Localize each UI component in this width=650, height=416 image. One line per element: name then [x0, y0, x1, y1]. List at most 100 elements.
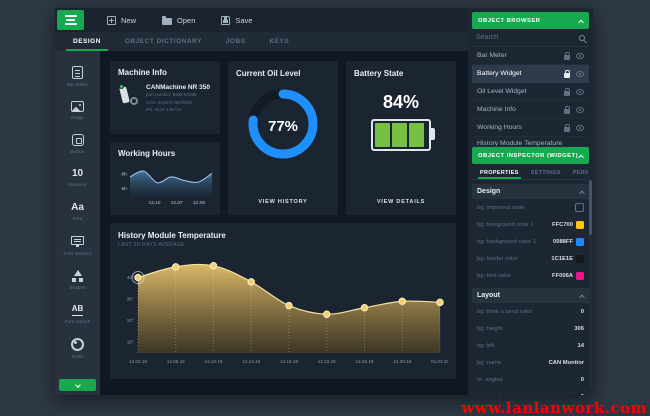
battery-value: 84% [383, 92, 419, 113]
machine-name: CANMachine NR 350 [146, 84, 210, 91]
design-canvas[interactable]: Machine Info CANMachine NR 350 part numb… [100, 51, 468, 395]
view-history-link[interactable]: VIEW HISTORY [258, 199, 307, 207]
color-swatch[interactable] [576, 255, 584, 263]
sidebar-item-button[interactable]: Button [55, 127, 100, 161]
browser-item-working-hours[interactable]: Working Hours [472, 119, 589, 137]
svg-text:12.07: 12.07 [171, 200, 183, 206]
sidebar-item-image[interactable]: Image [55, 93, 100, 127]
oil-level-donut: 77% [245, 86, 321, 167]
chevron-up-icon [579, 294, 585, 300]
font-icon: Aa [71, 203, 84, 213]
eye-icon[interactable] [576, 53, 584, 59]
watermark: www.lanlanwork.com [461, 399, 647, 416]
oil-level-value: 77% [245, 86, 321, 167]
eye-icon[interactable] [576, 71, 584, 77]
browser-item-bar-meter[interactable]: Bar Meter [472, 47, 589, 65]
sidebar-item-font-switch[interactable]: AB Font Switch [55, 297, 100, 331]
browser-item-battery-widget[interactable]: Battery Widget [472, 65, 589, 83]
color-swatch[interactable] [576, 221, 584, 229]
tab-properties[interactable]: PROPERTIES [474, 166, 525, 179]
chevron-down-icon [75, 382, 81, 388]
lock-icon[interactable] [564, 91, 570, 96]
temperature-history-widget[interactable]: History Module Temperature LAST 30 DAYS … [110, 223, 456, 379]
sidebar-item-numeric[interactable]: 10 Numeric [55, 161, 100, 195]
eye-icon[interactable] [576, 107, 584, 113]
property-row: bg: name CAN Monitor [472, 354, 589, 371]
search-icon [579, 35, 585, 41]
bar-meter-icon [72, 66, 83, 79]
tab-jobs[interactable]: JOBS [214, 32, 258, 51]
svg-text:12.02.19: 12.02.19 [129, 359, 147, 364]
tab-settings[interactable]: SETTINGS [525, 166, 567, 179]
svg-text:12.22.19: 12.22.19 [318, 359, 336, 364]
working-hours-widget[interactable]: Working Hours 8h6h12.1012.0712.08 [110, 142, 220, 215]
view-details-link[interactable]: VIEW DETAILS [377, 199, 425, 207]
right-panel: OBJECT BROWSER Bar Meter Battery Widget … [468, 8, 593, 395]
property-value[interactable]: 0 [581, 377, 584, 383]
color-swatch[interactable] [576, 238, 584, 246]
lock-icon[interactable] [564, 55, 570, 60]
shapes-icon [71, 270, 84, 282]
sidebar-expand-button[interactable] [59, 379, 96, 391]
tab-keys[interactable]: KEYS [258, 32, 302, 51]
lock-icon[interactable] [564, 109, 570, 114]
lock-icon[interactable] [564, 73, 570, 78]
widget-palette-sidebar: Bar Meter Image Button 10 Numeric [55, 51, 100, 395]
svg-text:6h: 6h [121, 186, 127, 192]
sidebar-item-shapes[interactable]: Shapes [55, 263, 100, 297]
property-row: nr: rounded 0 [472, 388, 589, 395]
inspector-tabs: PROPERTIES SETTINGS PERFORMANCE [472, 164, 589, 180]
workspace: Bar Meter Image Button 10 Numeric [55, 51, 468, 395]
svg-text:12.26.19: 12.26.19 [356, 359, 374, 364]
scrollbar-track[interactable] [589, 180, 592, 390]
property-value[interactable]: 0 [581, 309, 584, 315]
open-button-label: Open [177, 16, 195, 25]
eye-icon[interactable] [576, 89, 584, 95]
search-input[interactable] [476, 34, 571, 41]
app-logo-menu-icon[interactable] [57, 10, 84, 30]
sidebar-item-font[interactable]: Aa Font [55, 195, 100, 229]
design-section-header[interactable]: Design [472, 184, 589, 199]
tab-performance[interactable]: PERFORMANCE [567, 166, 589, 179]
browser-item-machine-info[interactable]: Machine Info [472, 101, 589, 119]
eye-icon[interactable] [576, 125, 584, 131]
property-row: bg: height 306 [472, 320, 589, 337]
chevron-up-icon [579, 190, 585, 196]
machine-icon [118, 84, 140, 106]
tab-design[interactable]: DESIGN [61, 32, 113, 51]
status-dot [119, 84, 124, 89]
checkbox[interactable] [575, 203, 584, 212]
sidebar-item-can-monitor[interactable]: CAN Monitor [55, 229, 100, 263]
layout-section-header[interactable]: Layout [472, 288, 589, 303]
object-browser-header[interactable]: OBJECT BROWSER [472, 12, 589, 29]
property-value[interactable]: 14 [578, 343, 584, 349]
property-value[interactable]: CAN Monitor [549, 360, 584, 366]
battery-cell [375, 123, 390, 147]
property-row: bg: border color 1C1E1E [472, 250, 589, 267]
property-row: bg: left 14 [472, 337, 589, 354]
browser-item-oil-level-widget[interactable]: Oil Level Widget [472, 83, 589, 101]
battery-state-widget[interactable]: Battery State 84% VIEW DETAILS [346, 61, 456, 215]
oil-level-widget[interactable]: Current Oil Level 77% VIEW HISTORY [228, 61, 338, 215]
screen: New Open Save DESIGN OBJECT DICTIONARY J… [0, 0, 650, 416]
property-value[interactable]: 0 [581, 394, 584, 396]
save-button[interactable]: Save [208, 10, 265, 30]
color-swatch[interactable] [576, 272, 584, 280]
lock-icon[interactable] [564, 127, 570, 132]
browser-item-history-module-temperature[interactable]: History Module Temperature [472, 137, 589, 147]
new-button[interactable]: New [94, 10, 149, 30]
machine-line: CAN: 32157A 5870023 [146, 99, 210, 107]
object-search [472, 29, 589, 47]
property-value[interactable]: 306 [574, 326, 584, 332]
new-file-icon [107, 16, 116, 25]
svg-text:01.03.20: 01.03.20 [431, 359, 448, 364]
object-inspector-header[interactable]: OBJECT INSPECTOR (WIDGET) [472, 147, 589, 164]
open-button[interactable]: Open [149, 10, 208, 30]
tab-object-dictionary[interactable]: OBJECT DICTIONARY [113, 32, 214, 51]
scrollbar-thumb[interactable] [589, 180, 592, 235]
svg-text:12.10.19: 12.10.19 [205, 359, 223, 364]
machine-info-widget[interactable]: Machine Info CANMachine NR 350 part numb… [110, 61, 220, 134]
sidebar-item-bar-meter[interactable]: Bar Meter [55, 59, 100, 93]
chevron-up-icon [578, 19, 584, 25]
sidebar-item-knob[interactable]: Knob [55, 331, 100, 365]
